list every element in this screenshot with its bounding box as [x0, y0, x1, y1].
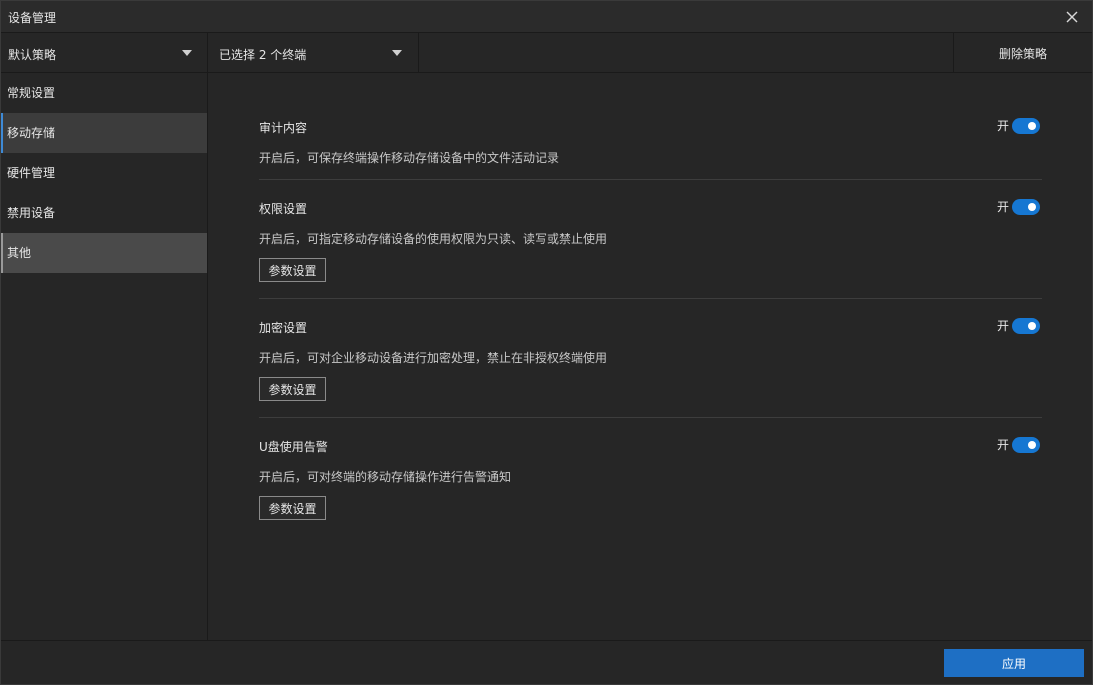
toggle-label: 开	[996, 438, 1009, 452]
section-description: 开启后，可对企业移动设备进行加密处理，禁止在非授权终端使用	[259, 351, 608, 365]
sidebar-item-disabled-devices[interactable]: 禁用设备	[1, 193, 207, 233]
section-audit: 审计内容 开 开启后，可保存终端操作移动存储设备中的文件活动记录	[259, 117, 1042, 180]
divider	[259, 179, 1042, 180]
audit-toggle[interactable]	[1012, 117, 1040, 134]
permission-params-button[interactable]: 参数设置	[259, 258, 326, 282]
policy-select-label: 默认策略	[8, 48, 57, 62]
policy-select[interactable]: 默认策略	[1, 33, 208, 73]
section-title: U盘使用告警	[259, 440, 328, 454]
toggle-label: 开	[996, 319, 1009, 333]
delete-policy-button[interactable]: 删除策略	[953, 33, 1092, 73]
device-management-window: 设备管理 默认策略 已选择 2 个终端 删除策略 常规设置 移动存储 硬件管理 …	[0, 0, 1093, 685]
close-button[interactable]	[1062, 7, 1082, 27]
sidebar-item-general[interactable]: 常规设置	[1, 73, 207, 113]
toggle-label: 开	[996, 200, 1009, 214]
sidebar-item-removable-storage[interactable]: 移动存储	[1, 113, 207, 153]
toolbar: 默认策略 已选择 2 个终端 删除策略	[1, 33, 1092, 73]
chevron-down-icon	[182, 50, 192, 56]
section-permission: 权限设置 开 开启后，可指定移动存储设备的使用权限为只读、读写或禁止使用 参数设…	[259, 198, 1042, 299]
terminal-select-label: 已选择 2 个终端	[219, 48, 307, 62]
section-title: 加密设置	[259, 321, 308, 335]
usb-alert-params-button[interactable]: 参数设置	[259, 496, 326, 520]
toggle-knob	[1028, 202, 1036, 211]
section-description: 开启后，可对终端的移动存储操作进行告警通知	[259, 470, 512, 484]
section-title: 审计内容	[259, 121, 308, 135]
apply-button[interactable]: 应用	[944, 649, 1084, 677]
usb-alert-toggle[interactable]	[1012, 436, 1040, 453]
settings-panel: 审计内容 开 开启后，可保存终端操作移动存储设备中的文件活动记录 权限设置 开 …	[209, 73, 1092, 640]
section-description: 开启后，可指定移动存储设备的使用权限为只读、读写或禁止使用	[259, 232, 608, 246]
window-title: 设备管理	[8, 11, 57, 25]
encryption-toggle[interactable]	[1012, 317, 1040, 334]
section-title: 权限设置	[259, 202, 308, 216]
toggle-knob	[1028, 440, 1036, 449]
close-icon	[1066, 11, 1078, 23]
sidebar: 常规设置 移动存储 硬件管理 禁用设备 其他	[1, 73, 208, 640]
title-bar: 设备管理	[1, 1, 1092, 33]
audit-toggle-group: 开	[997, 117, 1040, 134]
usb-alert-toggle-group: 开	[997, 436, 1040, 453]
toggle-knob	[1028, 121, 1036, 130]
divider	[259, 417, 1042, 418]
toggle-label: 开	[996, 119, 1009, 133]
section-encryption: 加密设置 开 开启后，可对企业移动设备进行加密处理，禁止在非授权终端使用 参数设…	[259, 317, 1042, 418]
toggle-knob	[1028, 321, 1036, 330]
chevron-down-icon	[392, 50, 402, 56]
section-description: 开启后，可保存终端操作移动存储设备中的文件活动记录	[259, 151, 560, 165]
encryption-toggle-group: 开	[997, 317, 1040, 334]
encryption-params-button[interactable]: 参数设置	[259, 377, 326, 401]
terminal-select[interactable]: 已选择 2 个终端	[209, 33, 419, 73]
permission-toggle[interactable]	[1012, 198, 1040, 215]
divider	[259, 298, 1042, 299]
footer: 应用	[1, 640, 1092, 684]
permission-toggle-group: 开	[997, 198, 1040, 215]
sidebar-item-other[interactable]: 其他	[1, 233, 207, 273]
sidebar-item-hardware[interactable]: 硬件管理	[1, 153, 207, 193]
section-usb-alert: U盘使用告警 开 开启后，可对终端的移动存储操作进行告警通知 参数设置	[259, 436, 1042, 537]
